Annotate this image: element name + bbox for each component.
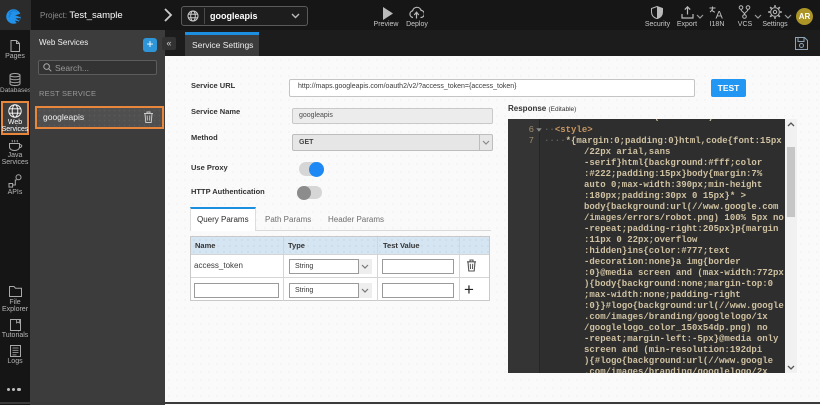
svg-text:A: A [716,10,724,20]
